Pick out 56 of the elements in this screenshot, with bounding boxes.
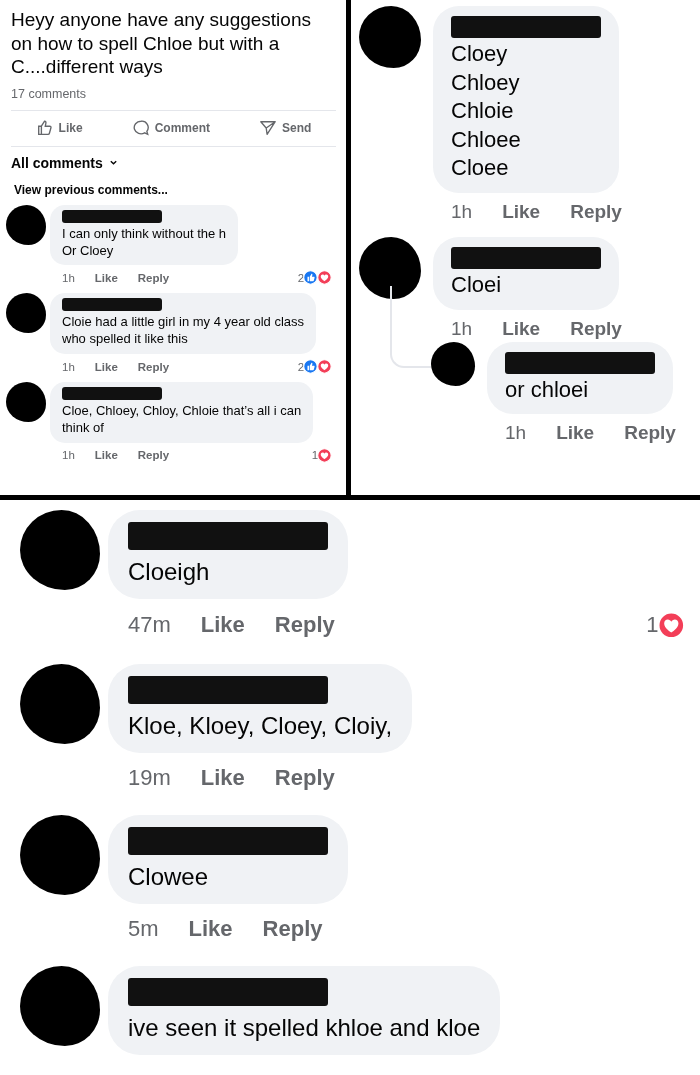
chevron-down-icon: [108, 158, 118, 168]
comment-text: I can only think without the h Or Cloey: [62, 225, 227, 260]
speech-bubble-icon: [131, 118, 150, 137]
reply-button[interactable]: Reply: [570, 317, 622, 340]
like-button[interactable]: Like: [188, 916, 233, 943]
comment-time: 1h: [62, 449, 75, 462]
comment-time: 47m: [128, 612, 171, 639]
comment-text: Cloe, Chloey, Chloy, Chloie that’s all i can think of: [62, 403, 302, 437]
avatar-icon: [6, 293, 46, 334]
reaction-count: 2: [297, 271, 305, 284]
reply-button[interactable]: Reply: [262, 916, 323, 943]
comment-text: Cloey Chloey Chloie Chloee Cloee: [451, 40, 522, 183]
comment-text: Cloei: [451, 270, 503, 299]
comment-text: or chloei: [505, 375, 590, 404]
avatar-icon: [6, 204, 46, 245]
reaction-count: 1: [646, 612, 659, 639]
like-button[interactable]: Like: [94, 360, 118, 373]
comment-time: 5m: [128, 916, 159, 943]
comment-time: 1h: [505, 422, 527, 445]
comment-text: ive seen it spelled khloe and kloe: [128, 1013, 481, 1044]
sort-dropdown[interactable]: All comments: [11, 154, 118, 171]
thumbs-up-icon: [35, 118, 54, 137]
comment-text: Cloeigh: [128, 557, 211, 587]
like-button[interactable]: Like: [35, 118, 83, 137]
avatar-icon: [431, 341, 475, 386]
like-button[interactable]: Like: [94, 271, 118, 284]
comment-text: Cloie had a little girl in my 4 year old class who spelled it like this: [62, 314, 305, 349]
comment-count: 17 comments: [11, 86, 88, 101]
post-text: Heyy anyone have any suggestions on how to spell Chloe but with a C....different ways: [11, 8, 312, 79]
reaction-count: 2: [297, 360, 305, 373]
comment-time: 1h: [451, 200, 473, 223]
send-button[interactable]: Send: [259, 118, 312, 137]
reply-button[interactable]: Reply: [137, 360, 170, 373]
avatar-icon: [6, 382, 46, 423]
paper-plane-icon: [259, 118, 278, 137]
reply-button[interactable]: Reply: [137, 449, 170, 462]
reply-button[interactable]: Reply: [137, 271, 170, 284]
like-button[interactable]: Like: [94, 449, 118, 462]
reply-button[interactable]: Reply: [570, 200, 622, 223]
like-button[interactable]: Like: [502, 200, 541, 223]
comment-text: Kloe, Kloey, Cloey, Cloiy,: [128, 710, 393, 741]
view-previous-link[interactable]: View previous comments...: [14, 182, 168, 197]
like-button[interactable]: Like: [200, 612, 245, 639]
comment-time: 1h: [62, 271, 75, 284]
comment-text: Clowee: [128, 861, 210, 892]
comment-time: 1h: [451, 317, 473, 340]
reply-button[interactable]: Reply: [274, 764, 335, 791]
comment-time: 19m: [128, 764, 171, 791]
comment-time: 1h: [62, 360, 75, 373]
reaction-count: 1: [311, 449, 319, 462]
reply-button[interactable]: Reply: [624, 422, 676, 445]
reply-button[interactable]: Reply: [274, 612, 335, 639]
like-button[interactable]: Like: [502, 317, 541, 340]
like-button[interactable]: Like: [556, 422, 595, 445]
like-button[interactable]: Like: [200, 764, 245, 791]
comment-button[interactable]: Comment: [131, 118, 210, 137]
